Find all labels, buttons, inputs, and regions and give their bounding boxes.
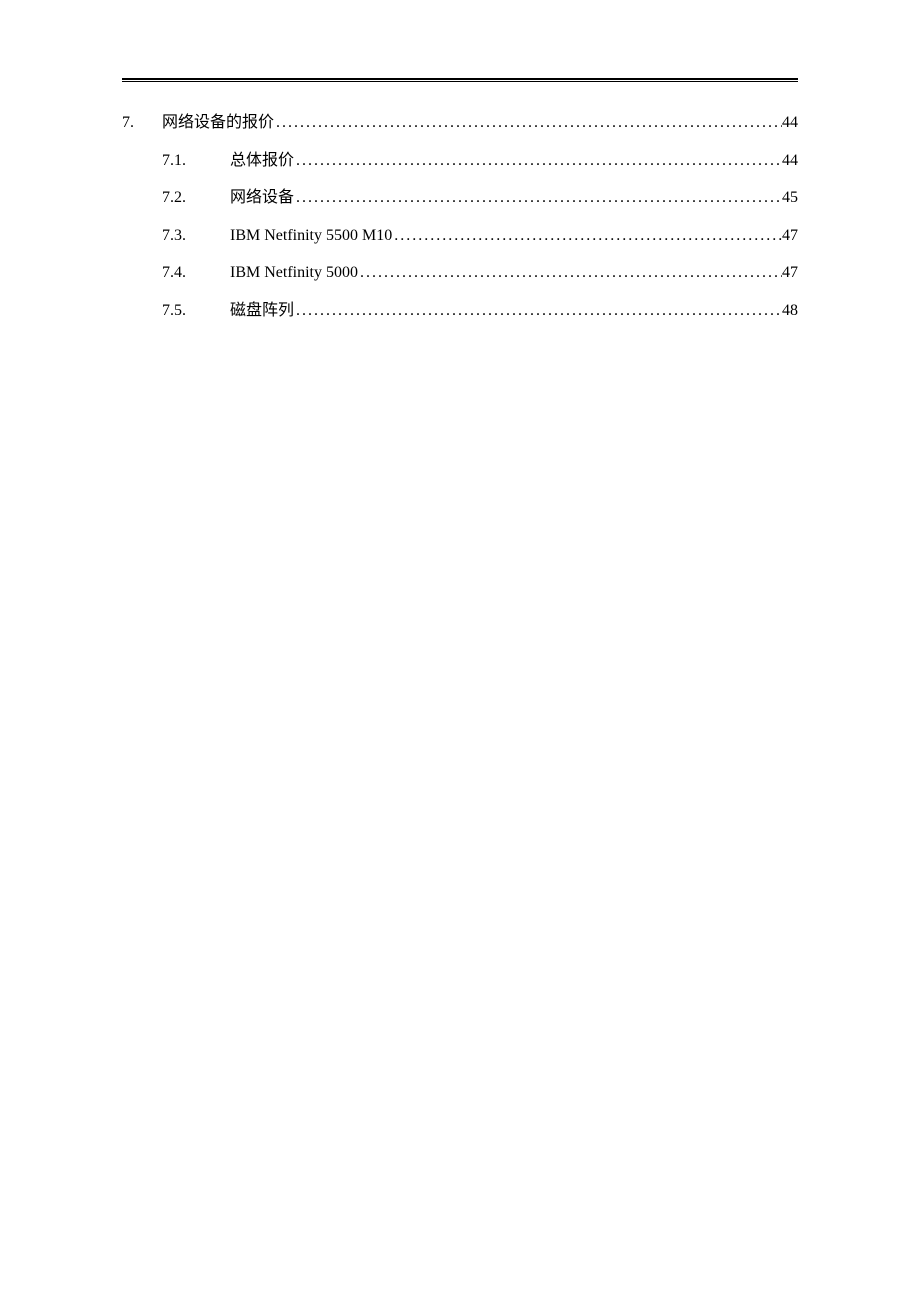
toc-leader — [294, 185, 782, 211]
toc-title: 磁盘阵列 — [230, 298, 294, 324]
toc-page: 48 — [782, 298, 798, 324]
toc-title: 网络设备的报价 — [162, 110, 274, 136]
toc-entry: 7.3. IBM Netfinity 5500 M10 47 — [122, 223, 798, 249]
toc-title: 网络设备 — [230, 185, 294, 211]
toc-leader — [358, 260, 782, 286]
toc-title: 总体报价 — [230, 148, 294, 174]
toc-entry: 7.1. 总体报价 44 — [122, 148, 798, 174]
toc-leader — [392, 223, 782, 249]
toc-entry: 7.2. 网络设备 45 — [122, 185, 798, 211]
toc-number: 7.1. — [162, 148, 230, 174]
toc-title: IBM Netfinity 5500 M10 — [230, 223, 392, 249]
toc-number: 7.5. — [162, 298, 230, 324]
toc-number: 7.4. — [162, 260, 230, 286]
document-page: 7. 网络设备的报价 44 7.1. 总体报价 44 7.2. 网络设备 45 … — [0, 0, 920, 324]
toc-title: IBM Netfinity 5000 — [230, 260, 358, 286]
toc-number: 7.2. — [162, 185, 230, 211]
toc-page: 44 — [782, 148, 798, 174]
toc-entry: 7.5. 磁盘阵列 48 — [122, 298, 798, 324]
toc-entry: 7. 网络设备的报价 44 — [122, 110, 798, 136]
toc-entry: 7.4. IBM Netfinity 5000 47 — [122, 260, 798, 286]
toc-number: 7.3. — [162, 223, 230, 249]
toc-leader — [274, 110, 782, 136]
header-rule — [122, 78, 798, 82]
toc-page: 44 — [782, 110, 798, 136]
toc-page: 45 — [782, 185, 798, 211]
toc-leader — [294, 148, 782, 174]
toc-leader — [294, 298, 782, 324]
toc-page: 47 — [782, 260, 798, 286]
toc-number: 7. — [122, 110, 162, 136]
toc-page: 47 — [782, 223, 798, 249]
